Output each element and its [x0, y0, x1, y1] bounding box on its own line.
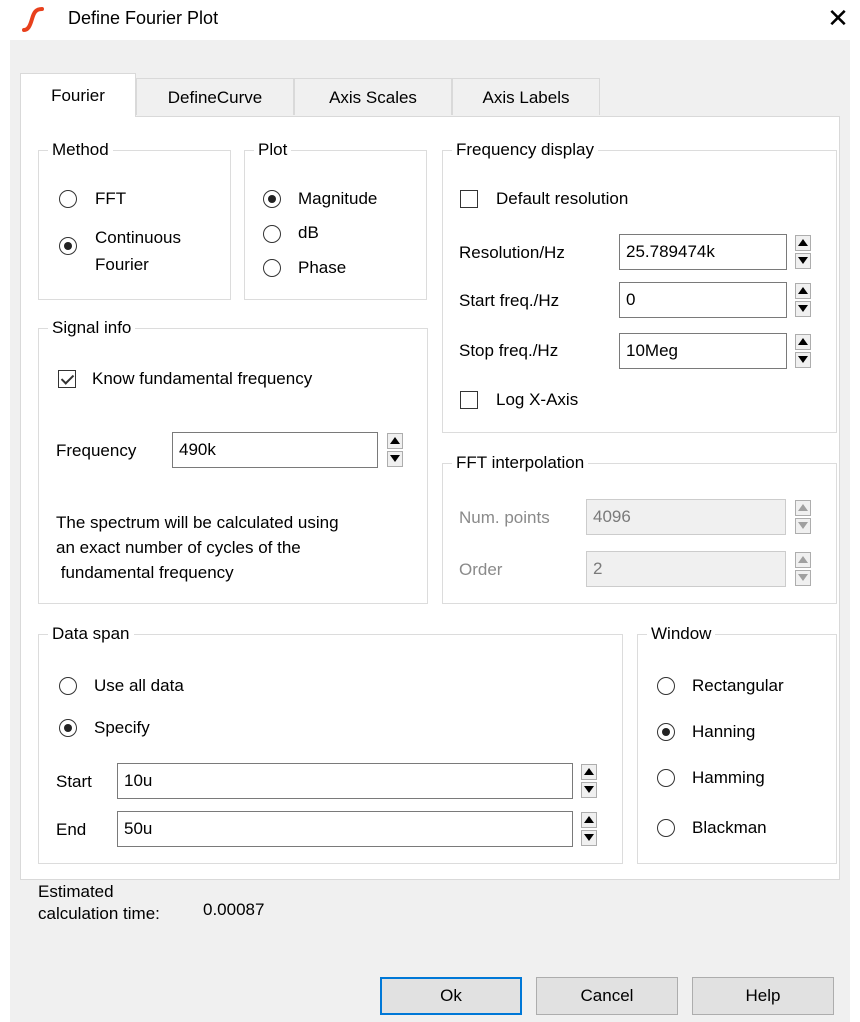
- default-resolution-label: Default resolution: [496, 189, 629, 208]
- db-label: dB: [298, 223, 319, 242]
- start-time-label: Start: [56, 772, 92, 791]
- estimate-value: 0.00087: [203, 900, 265, 919]
- resolution-label: Resolution/Hz: [459, 243, 565, 262]
- frequency-input[interactable]: 490k: [172, 432, 378, 468]
- tab-fourier[interactable]: Fourier: [20, 73, 136, 117]
- continuous-fourier-radio[interactable]: [59, 237, 77, 255]
- estimate-label-line1: Estimated: [38, 882, 114, 901]
- start-freq-input[interactable]: 0: [619, 282, 787, 318]
- hamming-label: Hamming: [692, 768, 765, 787]
- frequency-display-legend: Frequency display: [452, 140, 598, 160]
- method-group: [38, 150, 231, 300]
- phase-label: Phase: [298, 258, 347, 277]
- db-radio[interactable]: [263, 225, 281, 243]
- know-fundamental-checkbox[interactable]: [58, 370, 76, 388]
- end-time-spinner[interactable]: [580, 811, 598, 847]
- spectrum-note-line2: an exact number of cycles of the: [56, 538, 301, 557]
- start-freq-label: Start freq./Hz: [459, 291, 560, 310]
- app-logo-icon: [22, 7, 44, 32]
- start-time-spinner[interactable]: [580, 763, 598, 799]
- end-time-label: End: [56, 820, 87, 839]
- cancel-button[interactable]: Cancel: [536, 977, 678, 1015]
- phase-radio[interactable]: [263, 259, 281, 277]
- num-points-spinner[interactable]: [794, 499, 812, 535]
- resolution-spinner[interactable]: [794, 234, 812, 270]
- start-freq-spinner[interactable]: [794, 282, 812, 318]
- data-span-legend: Data span: [48, 624, 134, 644]
- magnitude-label: Magnitude: [298, 189, 378, 208]
- window-legend: Window: [647, 624, 716, 644]
- use-all-data-label: Use all data: [94, 676, 184, 695]
- order-input[interactable]: 2: [586, 551, 786, 587]
- num-points-label: Num. points: [459, 508, 550, 527]
- resolution-input[interactable]: 25.789474k: [619, 234, 787, 270]
- num-points-input[interactable]: 4096: [586, 499, 786, 535]
- fft-interpolation-legend: FFT interpolation: [452, 453, 589, 473]
- specify-label: Specify: [94, 718, 150, 737]
- tab-definecurve[interactable]: DefineCurve: [136, 78, 294, 115]
- hamming-radio[interactable]: [657, 769, 675, 787]
- title-bar: Define Fourier Plot ✕: [0, 0, 860, 40]
- frequency-label: Frequency: [56, 441, 137, 460]
- use-all-data-radio[interactable]: [59, 677, 77, 695]
- stop-freq-spinner[interactable]: [794, 333, 812, 369]
- tab-axis-labels[interactable]: Axis Labels: [452, 78, 600, 115]
- method-legend: Method: [48, 140, 113, 160]
- spectrum-note-line1: The spectrum will be calculated using: [56, 513, 339, 532]
- rectangular-radio[interactable]: [657, 677, 675, 695]
- ok-button[interactable]: Ok: [380, 977, 522, 1015]
- spectrum-note-line3: fundamental frequency: [56, 563, 234, 582]
- signal-info-legend: Signal info: [48, 318, 136, 338]
- help-button[interactable]: Help: [692, 977, 834, 1015]
- fft-label: FFT: [95, 189, 127, 208]
- hanning-radio[interactable]: [657, 723, 675, 741]
- window-title: Define Fourier Plot: [68, 8, 219, 28]
- continuous-label-line2: Fourier: [95, 255, 149, 274]
- close-icon[interactable]: ✕: [822, 2, 854, 34]
- tab-axis-scales[interactable]: Axis Scales: [294, 78, 452, 115]
- rectangular-label: Rectangular: [692, 676, 784, 695]
- order-label: Order: [459, 560, 503, 579]
- log-x-axis-checkbox[interactable]: [460, 391, 478, 409]
- start-time-input[interactable]: 10u: [117, 763, 573, 799]
- hanning-label: Hanning: [692, 722, 756, 741]
- know-fundamental-label: Know fundamental frequency: [92, 369, 313, 388]
- stop-freq-input[interactable]: 10Meg: [619, 333, 787, 369]
- continuous-label-line1: Continuous: [95, 228, 182, 247]
- fft-radio[interactable]: [59, 190, 77, 208]
- end-time-input[interactable]: 50u: [117, 811, 573, 847]
- blackman-label: Blackman: [692, 818, 767, 837]
- order-spinner[interactable]: [794, 551, 812, 587]
- stop-freq-label: Stop freq./Hz: [459, 341, 559, 360]
- blackman-radio[interactable]: [657, 819, 675, 837]
- specify-radio[interactable]: [59, 719, 77, 737]
- plot-legend: Plot: [254, 140, 292, 160]
- default-resolution-checkbox[interactable]: [460, 190, 478, 208]
- frequency-spinner[interactable]: [386, 432, 404, 468]
- estimate-label-line2: calculation time:: [38, 904, 160, 923]
- magnitude-radio[interactable]: [263, 190, 281, 208]
- log-x-axis-label: Log X-Axis: [496, 390, 579, 409]
